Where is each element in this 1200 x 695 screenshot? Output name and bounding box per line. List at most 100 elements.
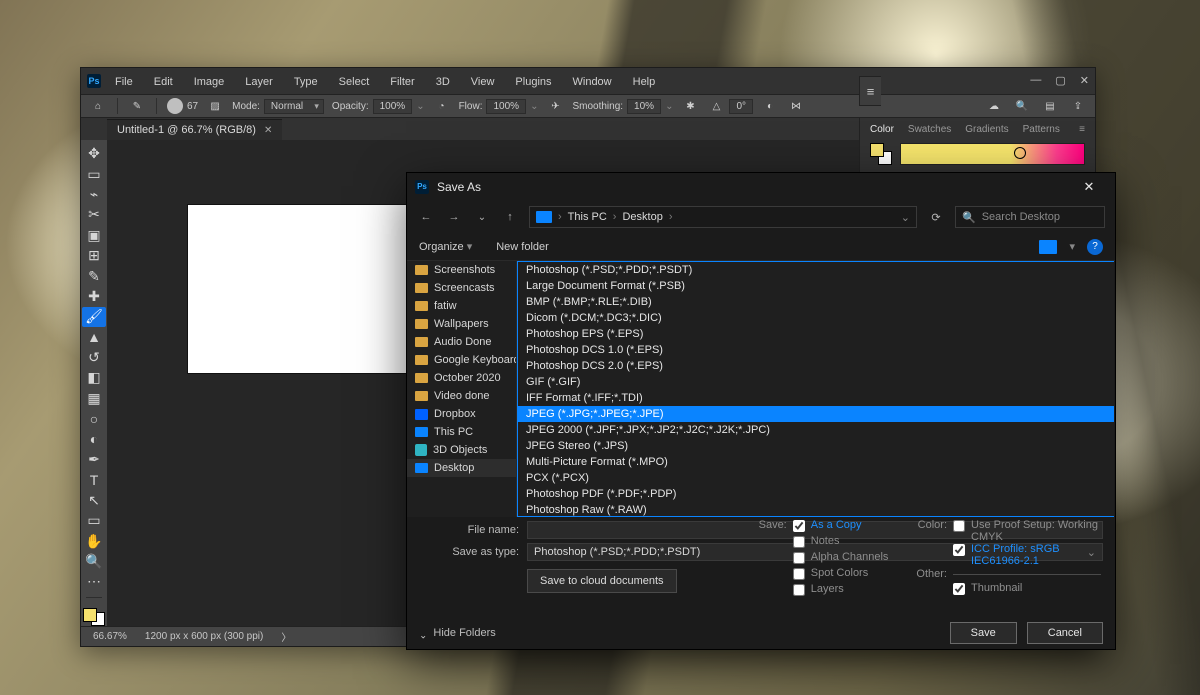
close-tab-icon[interactable]: ✕ [264, 125, 272, 136]
format-option[interactable]: IFF Format (*.IFF;*.TDI) [518, 390, 1114, 406]
sidebar-item-fatiw[interactable]: fatiw [407, 297, 516, 315]
crumb-desktop[interactable]: Desktop [622, 211, 662, 223]
smoothing-input[interactable]: 10% [627, 99, 661, 114]
checkbox[interactable] [953, 544, 965, 556]
format-option[interactable]: Large Document Format (*.PSB) [518, 278, 1114, 294]
color-handle-icon[interactable] [1014, 147, 1026, 159]
search-icon[interactable]: 🔍 [1013, 98, 1031, 114]
document-tab[interactable]: Untitled-1 @ 66.7% (RGB/8) ✕ [107, 119, 282, 140]
crumb-this-pc[interactable]: This PC [568, 211, 607, 223]
type-tool-icon[interactable]: T [82, 470, 106, 489]
healing-tool-icon[interactable]: ✚ [82, 287, 106, 306]
checkbox[interactable] [793, 520, 805, 532]
format-option[interactable]: Photoshop DCS 1.0 (*.EPS) [518, 342, 1114, 358]
menu-select[interactable]: Select [335, 74, 374, 90]
sidebar-item-desktop[interactable]: Desktop [407, 459, 516, 477]
checkbox[interactable] [793, 552, 805, 564]
color-panel-fgbg[interactable] [870, 143, 892, 165]
menu-filter[interactable]: Filter [386, 74, 418, 90]
hide-folders-toggle[interactable]: Hide Folders [419, 627, 496, 639]
view-dropdown-icon[interactable]: ▾ [1069, 240, 1075, 253]
save-option[interactable]: Use Proof Setup: Working CMYK [953, 519, 1101, 543]
pen-tool-icon[interactable]: ✒ [82, 450, 106, 469]
document-canvas[interactable] [187, 204, 415, 374]
refresh-icon[interactable]: ⟳ [927, 211, 945, 224]
lasso-tool-icon[interactable]: ⌁ [82, 185, 106, 204]
sidebar-tree[interactable]: ScreenshotsScreencastsfatiwWallpapersAud… [407, 261, 517, 517]
brush-tool-icon[interactable]: ✎ [128, 98, 146, 114]
format-option[interactable]: Multi-Picture Format (*.MPO) [518, 454, 1114, 470]
save-option[interactable]: Notes [793, 535, 889, 548]
format-option[interactable]: JPEG Stereo (*.JPS) [518, 438, 1114, 454]
move-tool-icon[interactable]: ✥ [82, 144, 106, 163]
sidebar-item-video-done[interactable]: Video done [407, 387, 516, 405]
airbrush-icon[interactable]: ✈ [546, 98, 564, 114]
edit-toolbar-icon[interactable]: ⋯ [82, 572, 106, 591]
cloud-docs-icon[interactable]: ☁ [985, 98, 1003, 114]
zoom-level[interactable]: 66.67% [93, 631, 127, 642]
shape-tool-icon[interactable]: ▭ [82, 511, 106, 530]
zoom-tool-icon[interactable]: 🔍 [82, 552, 106, 571]
format-option[interactable]: Photoshop EPS (*.EPS) [518, 326, 1114, 342]
save-option[interactable]: Layers [793, 583, 889, 596]
sidebar-item-october-2020[interactable]: October 2020 [407, 369, 516, 387]
nav-forward-icon[interactable]: → [445, 211, 463, 223]
color-spectrum[interactable] [900, 143, 1085, 165]
save-button[interactable]: Save [950, 622, 1017, 644]
history-brush-tool-icon[interactable]: ↺ [82, 348, 106, 367]
panel-tab-gradients[interactable]: Gradients [965, 124, 1008, 135]
save-option[interactable]: ICC Profile: sRGB IEC61966-2.1 [953, 543, 1101, 567]
eraser-tool-icon[interactable]: ◧ [82, 368, 106, 387]
checkbox[interactable] [953, 520, 965, 532]
sidebar-item-dropbox[interactable]: Dropbox [407, 405, 516, 423]
mode-select[interactable]: Normal [264, 99, 324, 114]
workspace-icon[interactable]: ▤ [1041, 98, 1059, 114]
checkbox[interactable] [793, 584, 805, 596]
minimize-button[interactable]: — [1030, 74, 1041, 87]
sidebar-item-wallpapers[interactable]: Wallpapers [407, 315, 516, 333]
save-to-cloud-button[interactable]: Save to cloud documents [527, 569, 677, 593]
format-option[interactable]: Photoshop (*.PSD;*.PDD;*.PSDT) [518, 262, 1114, 278]
help-icon[interactable]: ? [1087, 239, 1103, 255]
menu-type[interactable]: Type [290, 74, 322, 90]
nav-recent-icon[interactable]: ⌄ [473, 212, 491, 223]
format-option[interactable]: Photoshop PDF (*.PDF;*.PDP) [518, 486, 1114, 502]
share-icon[interactable]: ⇪ [1069, 98, 1087, 114]
eyedropper-tool-icon[interactable]: ✎ [82, 266, 106, 285]
gradient-tool-icon[interactable]: ▦ [82, 389, 106, 408]
collapsed-panel-icon[interactable]: ≡ [859, 76, 881, 106]
fg-swatch[interactable] [870, 143, 884, 157]
pressure-size-icon[interactable]: ◐ [761, 98, 779, 114]
flow-input[interactable]: 100% [486, 99, 526, 114]
menu-edit[interactable]: Edit [150, 74, 177, 90]
menu-file[interactable]: File [111, 74, 137, 90]
search-input[interactable]: 🔍 Search Desktop [955, 206, 1105, 228]
nav-back-icon[interactable]: ← [417, 211, 435, 223]
stamp-tool-icon[interactable]: ▲ [82, 328, 106, 347]
quick-select-tool-icon[interactable]: ✂ [82, 205, 106, 224]
checkbox[interactable] [953, 583, 965, 595]
marquee-tool-icon[interactable]: ▭ [82, 164, 106, 183]
status-arrow-icon[interactable]: 〉 [281, 629, 291, 644]
menu-3d[interactable]: 3D [432, 74, 454, 90]
save-option[interactable]: As a Copy [793, 519, 889, 532]
foreground-background-colors[interactable] [83, 608, 105, 626]
sidebar-item-google-keyboard[interactable]: Google Keyboard [407, 351, 516, 369]
format-option[interactable]: Photoshop Raw (*.RAW) [518, 502, 1114, 517]
breadcrumb[interactable]: › This PC › Desktop › ⌄ [529, 206, 917, 228]
format-option[interactable]: Photoshop DCS 2.0 (*.EPS) [518, 358, 1114, 374]
menu-window[interactable]: Window [569, 74, 616, 90]
sidebar-item-3d-objects[interactable]: 3D Objects [407, 441, 516, 459]
dodge-tool-icon[interactable]: ◐ [82, 429, 106, 448]
close-button[interactable]: ✕ [1080, 74, 1089, 87]
save-option[interactable]: Alpha Channels [793, 551, 889, 564]
sidebar-item-screenshots[interactable]: Screenshots [407, 261, 516, 279]
frame-tool-icon[interactable]: ⊞ [82, 246, 106, 265]
brush-tool-icon[interactable]: 🖌 [82, 307, 106, 326]
menu-help[interactable]: Help [629, 74, 660, 90]
format-option[interactable]: Dicom (*.DCM;*.DC3;*.DIC) [518, 310, 1114, 326]
document-info[interactable]: 1200 px x 600 px (300 ppi) [145, 631, 263, 642]
format-option[interactable]: PCX (*.PCX) [518, 470, 1114, 486]
nav-up-icon[interactable]: ↑ [501, 211, 519, 223]
brush-settings-icon[interactable]: ▨ [206, 98, 224, 114]
